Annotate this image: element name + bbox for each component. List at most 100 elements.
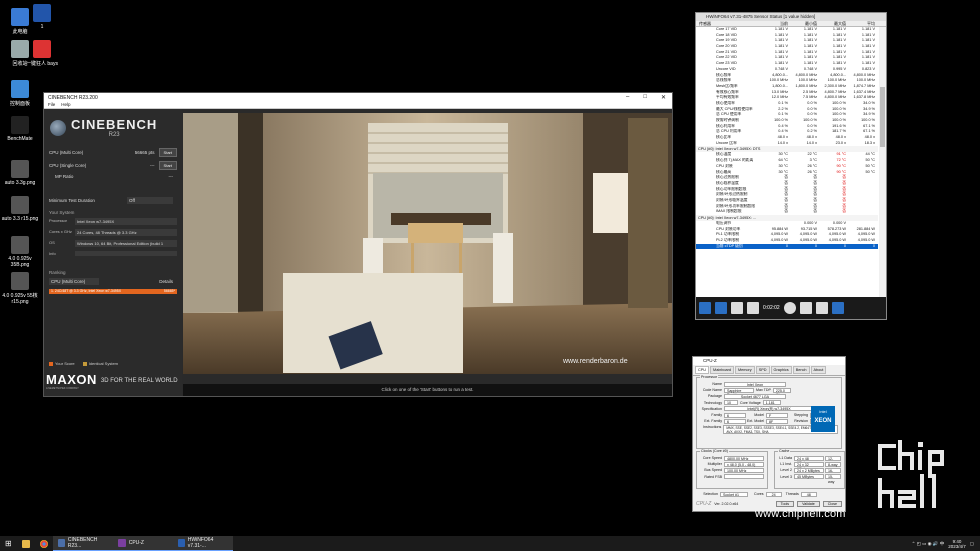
- validate-button[interactable]: Validate: [797, 501, 820, 507]
- minimize-icon[interactable]: –: [626, 94, 629, 101]
- cpuz-window: CPU-Z CPU Mainboard Memory SPD Graphics Bench…: [692, 356, 846, 512]
- taskbar-app[interactable]: CINEBENCH R23...: [52, 536, 113, 551]
- tray-icons[interactable]: ⌃ ◰ ▭ ◉ 🔊 中: [912, 541, 945, 547]
- sensor-list[interactable]: Core 17 VID 1.181 V 1.181 V 1.181 V 1.181 VC…: [696, 27, 878, 311]
- desktop-icon[interactable]: 一键狂人 bays: [22, 40, 62, 67]
- file-explorer-pin[interactable]: [17, 536, 35, 551]
- taskbar-app[interactable]: HWiNFO64 v7.31-...: [172, 536, 233, 551]
- desktop-icon[interactable]: BenchMate: [0, 116, 40, 142]
- chrome-pin[interactable]: [35, 536, 53, 551]
- tools-button[interactable]: Tools: [775, 501, 795, 507]
- render-watermark: www.renderbaron.de: [562, 358, 628, 365]
- test-row-single: CPU (Single Core) --- Start: [44, 159, 182, 172]
- close-button[interactable]: Close: [822, 501, 842, 507]
- tab-bench[interactable]: Bench: [792, 366, 810, 374]
- taskbar-app[interactable]: CPU-Z: [112, 536, 173, 551]
- cache-row: Level 3 45 MBytes 15-way: [775, 474, 844, 484]
- socket-select[interactable]: Socket #1: [720, 491, 748, 497]
- desktop-icon-image: [11, 160, 29, 178]
- app-icon: [177, 539, 185, 547]
- cpu-name: Intel Xeon: [724, 381, 786, 387]
- close-icon[interactable]: [831, 302, 844, 314]
- start-button[interactable]: ⊞: [0, 536, 17, 551]
- cpuz-brand: CPU-Z: [696, 501, 712, 507]
- cores-value: 24: [765, 491, 782, 497]
- desktop-icon-image: [11, 196, 29, 214]
- desktop-icon-label: 4.0 0.925v 35B.png: [8, 256, 32, 268]
- start-multi-button[interactable]: Start: [158, 148, 177, 157]
- maxon-logo: MAXON A NEMETSCHEK COMPANY 3D FOR THE RE…: [46, 372, 178, 390]
- min-duration-row: Minimum Test Duration Off: [44, 195, 182, 206]
- system-field: Processor Intel Xeon w7-3495X: [44, 216, 182, 227]
- nav-icon[interactable]: [715, 302, 727, 314]
- list-icon[interactable]: [799, 302, 812, 314]
- cache-group: Cache L1 Data24 x 48 KBytes12-wayL1 Inst…: [774, 449, 845, 489]
- desktop-icon[interactable]: 4.0 0.925v 35B.png: [0, 236, 40, 268]
- desktop-icon-label: auto 3.3g.png: [4, 180, 36, 186]
- desktop-icon[interactable]: 4.0 0.925v 55核r15.png: [0, 272, 40, 305]
- cinebench-logo: CINEBENCH R23: [44, 109, 182, 142]
- settings-icon[interactable]: [815, 302, 828, 314]
- desktop-icon-image: [11, 80, 29, 98]
- desktop-icon[interactable]: 1: [22, 4, 62, 30]
- cinebench-titlebar[interactable]: CINEBENCH R23.200 – □ ✕: [44, 93, 672, 102]
- ranking-details-button[interactable]: Details: [159, 279, 173, 284]
- col-min[interactable]: 最小值: [791, 21, 820, 26]
- report-icon[interactable]: [731, 302, 743, 314]
- elapsed-time: 0:02:02: [763, 305, 780, 311]
- cinebench-logo-icon: [50, 119, 66, 136]
- network-icon[interactable]: [747, 302, 759, 314]
- test-row-multi: CPU (Multi Core) 56665 pts Start: [44, 146, 182, 159]
- col-current[interactable]: 当前: [762, 21, 791, 26]
- sensor-row[interactable]: 当前 cTDP 级别 0 0 0 0: [696, 243, 878, 250]
- tab-spd[interactable]: SPD: [755, 366, 770, 374]
- desktop-icon[interactable]: auto 3.3g.png: [0, 160, 40, 186]
- notification-icon[interactable]: ▢: [970, 541, 974, 547]
- logo-version: R23: [108, 132, 120, 138]
- code-name: Sapphire Rapids: [724, 387, 754, 397]
- desktop-icon-image: [11, 116, 29, 134]
- tab-graphics[interactable]: Graphics: [770, 366, 792, 374]
- cpuz-version: Ver. 2.02.0.x64: [714, 502, 739, 506]
- legend-your-score: Your Score: [55, 361, 75, 366]
- menu-help[interactable]: Help: [61, 102, 70, 108]
- legend-identical: Identical System: [88, 361, 119, 366]
- desktop-icon-image: [33, 4, 51, 22]
- max-tdp: 225.0 W: [772, 387, 791, 397]
- desktop-icon-label: 控制面板: [9, 101, 30, 107]
- rank-entry[interactable]: 1. 24C/48T @ 3.3 GHz, Intel Xeon w7-3495…: [49, 289, 177, 294]
- maximize-icon[interactable]: □: [643, 94, 647, 101]
- tab-mainboard[interactable]: Mainboard: [710, 366, 734, 374]
- arrows-icon[interactable]: [699, 302, 711, 314]
- desktop-icon[interactable]: auto 3.3 r15.png: [0, 196, 40, 222]
- test-score: 56665 pts: [134, 150, 155, 155]
- render-image: www.renderbaron.de: [183, 113, 672, 374]
- scrollbar[interactable]: [879, 27, 886, 311]
- tab-memory[interactable]: Memory: [734, 366, 755, 374]
- window-title: CPU-Z: [703, 358, 717, 363]
- col-avg[interactable]: 平均: [849, 21, 878, 26]
- min-duration-label: Minimum Test Duration: [49, 198, 95, 203]
- windows-icon: ⊞: [5, 539, 12, 548]
- close-icon[interactable]: ✕: [661, 94, 666, 101]
- start-single-button[interactable]: Start: [158, 161, 177, 170]
- tab-cpu[interactable]: CPU: [695, 366, 710, 374]
- clock-icon[interactable]: [783, 302, 796, 314]
- col-sensor[interactable]: 传感器: [696, 21, 762, 26]
- cinebench-sidebar: CINEBENCH R23 CPU (Multi Core) 56665 pts…: [44, 109, 182, 396]
- clock[interactable]: 9:40 2023/4/7: [948, 539, 966, 549]
- desktop-icon-label: auto 3.3 r15.png: [1, 216, 39, 222]
- col-max[interactable]: 最大值: [820, 21, 849, 26]
- hwinfo-titlebar[interactable]: HWiNFO64 v7.31-4875 Sensor Status [1 val…: [696, 13, 886, 21]
- ranking-select[interactable]: CPU (Multi Core): [49, 278, 99, 285]
- system-header: Your System: [49, 210, 75, 215]
- ranking-header: Ranking: [49, 270, 66, 275]
- menu-file[interactable]: File: [48, 102, 55, 108]
- desktop-icon[interactable]: 控制面板: [0, 80, 40, 107]
- menu-bar: File Help: [44, 102, 672, 109]
- tab-about[interactable]: About: [810, 366, 827, 374]
- system-tray: ⌃ ◰ ▭ ◉ 🔊 中 9:40 2023/4/7 ▢: [912, 539, 980, 549]
- tagline: 3D FOR THE REAL WORLD: [100, 378, 178, 384]
- cpuz-titlebar[interactable]: CPU-Z: [693, 357, 845, 365]
- min-duration-select[interactable]: Off: [127, 197, 173, 204]
